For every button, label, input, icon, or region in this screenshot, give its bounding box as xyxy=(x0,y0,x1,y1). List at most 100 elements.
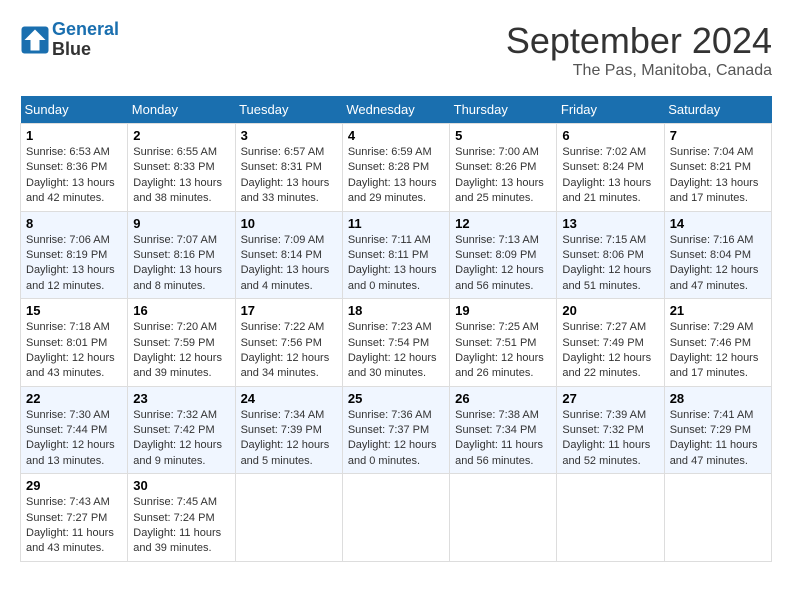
cell-content: Sunrise: 7:34 AMSunset: 7:39 PMDaylight:… xyxy=(241,409,330,467)
cell-content: Sunrise: 6:53 AMSunset: 8:36 PMDaylight:… xyxy=(26,146,115,204)
logo: General Blue xyxy=(20,20,119,60)
weekday-header-row: Sunday Monday Tuesday Wednesday Thursday… xyxy=(21,96,772,124)
calendar-cell xyxy=(235,474,342,562)
calendar-cell: 10 Sunrise: 7:09 AMSunset: 8:14 PMDaylig… xyxy=(235,211,342,299)
cell-content: Sunrise: 7:00 AMSunset: 8:26 PMDaylight:… xyxy=(455,146,544,204)
day-number: 21 xyxy=(670,303,766,318)
location: The Pas, Manitoba, Canada xyxy=(506,62,772,80)
day-number: 6 xyxy=(562,128,658,143)
calendar-cell: 6 Sunrise: 7:02 AMSunset: 8:24 PMDayligh… xyxy=(557,124,664,212)
calendar-row-2: 8 Sunrise: 7:06 AMSunset: 8:19 PMDayligh… xyxy=(21,211,772,299)
cell-content: Sunrise: 6:55 AMSunset: 8:33 PMDaylight:… xyxy=(133,146,222,204)
day-number: 16 xyxy=(133,303,229,318)
calendar-cell: 7 Sunrise: 7:04 AMSunset: 8:21 PMDayligh… xyxy=(664,124,771,212)
day-number: 2 xyxy=(133,128,229,143)
cell-content: Sunrise: 7:16 AMSunset: 8:04 PMDaylight:… xyxy=(670,234,759,292)
cell-content: Sunrise: 7:13 AMSunset: 8:09 PMDaylight:… xyxy=(455,234,544,292)
header-thursday: Thursday xyxy=(450,96,557,124)
header-wednesday: Wednesday xyxy=(342,96,449,124)
day-number: 30 xyxy=(133,478,229,493)
day-number: 8 xyxy=(26,216,122,231)
calendar-cell: 23 Sunrise: 7:32 AMSunset: 7:42 PMDaylig… xyxy=(128,386,235,474)
logo-icon xyxy=(20,25,50,55)
calendar-cell: 17 Sunrise: 7:22 AMSunset: 7:56 PMDaylig… xyxy=(235,299,342,387)
cell-content: Sunrise: 7:04 AMSunset: 8:21 PMDaylight:… xyxy=(670,146,759,204)
day-number: 3 xyxy=(241,128,337,143)
calendar-cell: 9 Sunrise: 7:07 AMSunset: 8:16 PMDayligh… xyxy=(128,211,235,299)
calendar-table: Sunday Monday Tuesday Wednesday Thursday… xyxy=(20,96,772,562)
calendar-row-5: 29 Sunrise: 7:43 AMSunset: 7:27 PMDaylig… xyxy=(21,474,772,562)
calendar-cell: 30 Sunrise: 7:45 AMSunset: 7:24 PMDaylig… xyxy=(128,474,235,562)
day-number: 1 xyxy=(26,128,122,143)
header-monday: Monday xyxy=(128,96,235,124)
header-tuesday: Tuesday xyxy=(235,96,342,124)
day-number: 19 xyxy=(455,303,551,318)
calendar-cell: 8 Sunrise: 7:06 AMSunset: 8:19 PMDayligh… xyxy=(21,211,128,299)
day-number: 15 xyxy=(26,303,122,318)
cell-content: Sunrise: 7:07 AMSunset: 8:16 PMDaylight:… xyxy=(133,234,222,292)
day-number: 12 xyxy=(455,216,551,231)
day-number: 18 xyxy=(348,303,444,318)
calendar-cell xyxy=(342,474,449,562)
calendar-row-3: 15 Sunrise: 7:18 AMSunset: 8:01 PMDaylig… xyxy=(21,299,772,387)
calendar-cell: 25 Sunrise: 7:36 AMSunset: 7:37 PMDaylig… xyxy=(342,386,449,474)
title-block: September 2024 The Pas, Manitoba, Canada xyxy=(506,20,772,80)
header-saturday: Saturday xyxy=(664,96,771,124)
calendar-cell: 28 Sunrise: 7:41 AMSunset: 7:29 PMDaylig… xyxy=(664,386,771,474)
cell-content: Sunrise: 7:45 AMSunset: 7:24 PMDaylight:… xyxy=(133,496,221,554)
calendar-cell: 3 Sunrise: 6:57 AMSunset: 8:31 PMDayligh… xyxy=(235,124,342,212)
cell-content: Sunrise: 7:43 AMSunset: 7:27 PMDaylight:… xyxy=(26,496,114,554)
day-number: 10 xyxy=(241,216,337,231)
cell-content: Sunrise: 7:20 AMSunset: 7:59 PMDaylight:… xyxy=(133,321,222,379)
calendar-cell: 26 Sunrise: 7:38 AMSunset: 7:34 PMDaylig… xyxy=(450,386,557,474)
calendar-cell: 19 Sunrise: 7:25 AMSunset: 7:51 PMDaylig… xyxy=(450,299,557,387)
header-sunday: Sunday xyxy=(21,96,128,124)
cell-content: Sunrise: 7:15 AMSunset: 8:06 PMDaylight:… xyxy=(562,234,651,292)
cell-content: Sunrise: 6:59 AMSunset: 8:28 PMDaylight:… xyxy=(348,146,437,204)
calendar-cell: 22 Sunrise: 7:30 AMSunset: 7:44 PMDaylig… xyxy=(21,386,128,474)
cell-content: Sunrise: 7:02 AMSunset: 8:24 PMDaylight:… xyxy=(562,146,651,204)
cell-content: Sunrise: 7:06 AMSunset: 8:19 PMDaylight:… xyxy=(26,234,115,292)
cell-content: Sunrise: 7:39 AMSunset: 7:32 PMDaylight:… xyxy=(562,409,650,467)
day-number: 28 xyxy=(670,391,766,406)
cell-content: Sunrise: 7:38 AMSunset: 7:34 PMDaylight:… xyxy=(455,409,543,467)
day-number: 27 xyxy=(562,391,658,406)
calendar-cell: 5 Sunrise: 7:00 AMSunset: 8:26 PMDayligh… xyxy=(450,124,557,212)
calendar-cell: 1 Sunrise: 6:53 AMSunset: 8:36 PMDayligh… xyxy=(21,124,128,212)
logo-line1: General xyxy=(52,19,119,39)
day-number: 20 xyxy=(562,303,658,318)
cell-content: Sunrise: 7:18 AMSunset: 8:01 PMDaylight:… xyxy=(26,321,115,379)
cell-content: Sunrise: 7:22 AMSunset: 7:56 PMDaylight:… xyxy=(241,321,330,379)
day-number: 4 xyxy=(348,128,444,143)
cell-content: Sunrise: 7:30 AMSunset: 7:44 PMDaylight:… xyxy=(26,409,115,467)
calendar-cell: 4 Sunrise: 6:59 AMSunset: 8:28 PMDayligh… xyxy=(342,124,449,212)
cell-content: Sunrise: 7:09 AMSunset: 8:14 PMDaylight:… xyxy=(241,234,330,292)
day-number: 22 xyxy=(26,391,122,406)
day-number: 9 xyxy=(133,216,229,231)
calendar-cell: 18 Sunrise: 7:23 AMSunset: 7:54 PMDaylig… xyxy=(342,299,449,387)
day-number: 13 xyxy=(562,216,658,231)
calendar-cell xyxy=(450,474,557,562)
calendar-cell: 24 Sunrise: 7:34 AMSunset: 7:39 PMDaylig… xyxy=(235,386,342,474)
calendar-cell: 14 Sunrise: 7:16 AMSunset: 8:04 PMDaylig… xyxy=(664,211,771,299)
day-number: 7 xyxy=(670,128,766,143)
calendar-cell xyxy=(557,474,664,562)
calendar-cell: 16 Sunrise: 7:20 AMSunset: 7:59 PMDaylig… xyxy=(128,299,235,387)
calendar-row-1: 1 Sunrise: 6:53 AMSunset: 8:36 PMDayligh… xyxy=(21,124,772,212)
cell-content: Sunrise: 7:29 AMSunset: 7:46 PMDaylight:… xyxy=(670,321,759,379)
cell-content: Sunrise: 7:25 AMSunset: 7:51 PMDaylight:… xyxy=(455,321,544,379)
logo-text: General Blue xyxy=(52,20,119,60)
cell-content: Sunrise: 7:11 AMSunset: 8:11 PMDaylight:… xyxy=(348,234,437,292)
calendar-cell: 13 Sunrise: 7:15 AMSunset: 8:06 PMDaylig… xyxy=(557,211,664,299)
day-number: 24 xyxy=(241,391,337,406)
cell-content: Sunrise: 7:36 AMSunset: 7:37 PMDaylight:… xyxy=(348,409,437,467)
day-number: 25 xyxy=(348,391,444,406)
day-number: 23 xyxy=(133,391,229,406)
cell-content: Sunrise: 7:41 AMSunset: 7:29 PMDaylight:… xyxy=(670,409,758,467)
header-friday: Friday xyxy=(557,96,664,124)
day-number: 17 xyxy=(241,303,337,318)
cell-content: Sunrise: 7:23 AMSunset: 7:54 PMDaylight:… xyxy=(348,321,437,379)
cell-content: Sunrise: 6:57 AMSunset: 8:31 PMDaylight:… xyxy=(241,146,330,204)
calendar-cell: 15 Sunrise: 7:18 AMSunset: 8:01 PMDaylig… xyxy=(21,299,128,387)
day-number: 14 xyxy=(670,216,766,231)
